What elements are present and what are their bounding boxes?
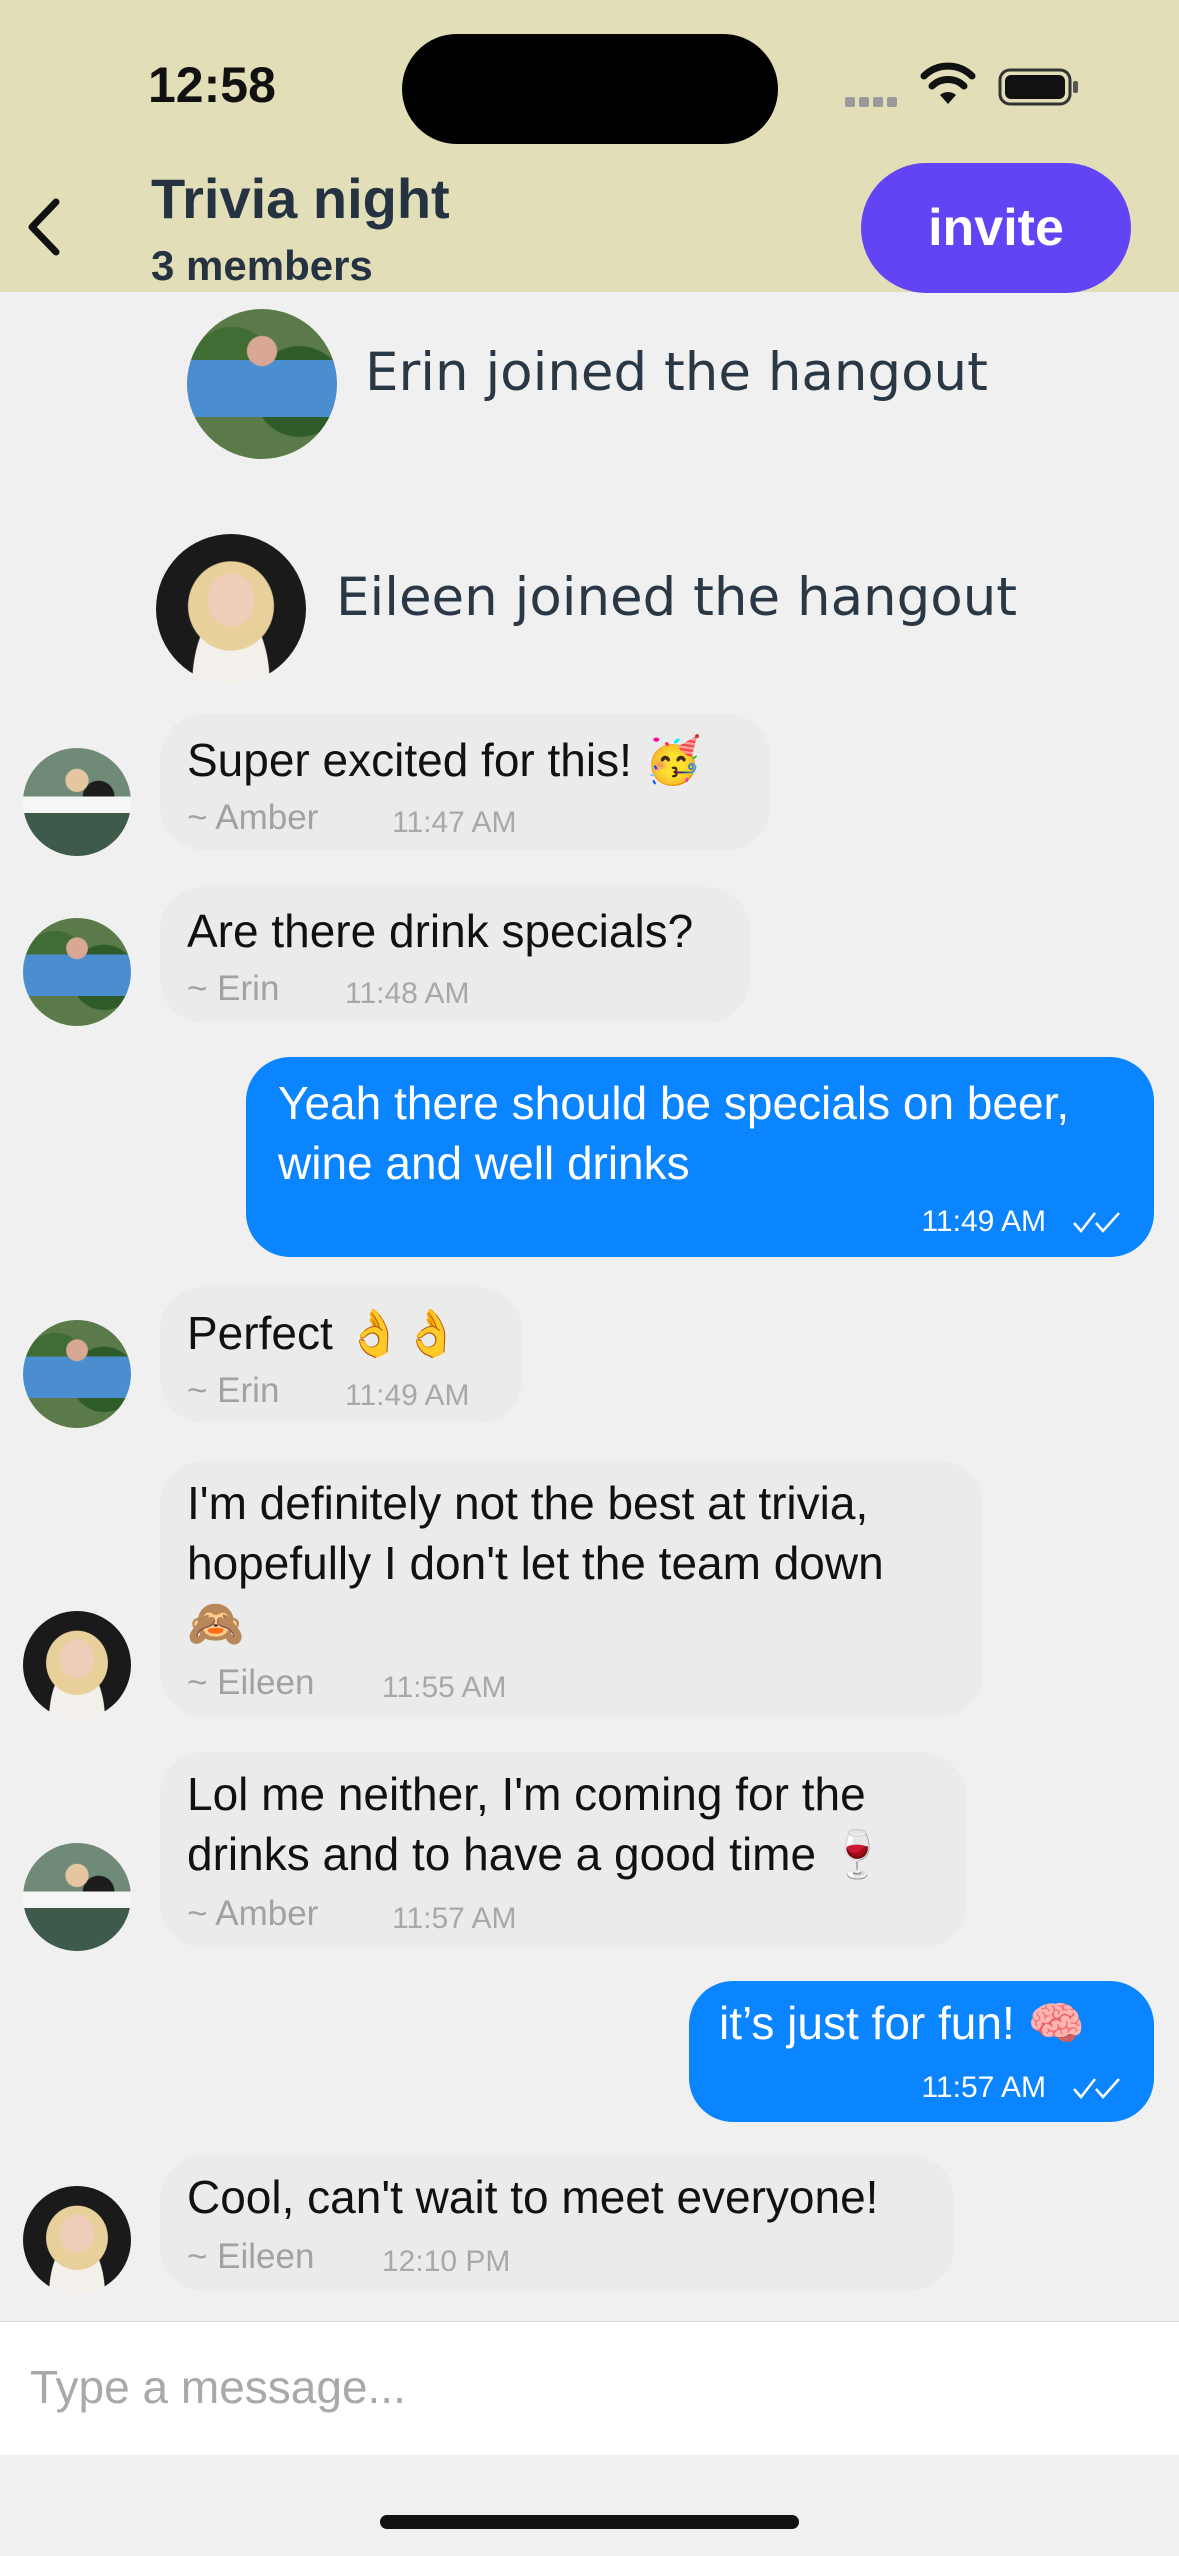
message-bubble[interactable]: I'm definitely not the best at trivia, h…	[160, 1461, 983, 1717]
avatar[interactable]	[156, 534, 306, 684]
outgoing-message-bubble[interactable]: Yeah there should be specials on beer, w…	[246, 1057, 1154, 1257]
avatar[interactable]	[23, 918, 131, 1026]
message-time: 11:49 AM	[921, 1205, 1046, 1238]
message-sender: ~ Eileen	[187, 2237, 315, 2276]
avatar[interactable]	[23, 1320, 131, 1428]
message-sender: ~ Erin	[187, 1371, 280, 1410]
chat-title: Trivia night	[151, 167, 450, 230]
avatar[interactable]	[187, 309, 337, 459]
home-indicator[interactable]	[380, 2515, 799, 2529]
system-event: Erin joined the hangout	[365, 342, 988, 403]
message-text: drinks and to have a good time 🍷	[187, 1828, 887, 1880]
message-text: it’s just for fun! 🧠	[719, 1997, 1085, 2049]
message-bubble[interactable]: Perfect 👌👌 ~ Erin 11:49 AM	[160, 1287, 522, 1423]
message-bubble[interactable]: Are there drink specials? ~ Erin 11:48 A…	[160, 887, 750, 1023]
dynamic-island	[402, 34, 778, 144]
message-text: Perfect 👌👌	[187, 1307, 461, 1359]
message-text: Yeah there should be specials on beer,	[278, 1077, 1070, 1129]
avatar[interactable]	[23, 748, 131, 856]
message-text: wine and well drinks	[278, 1137, 690, 1189]
outgoing-message-bubble[interactable]: it’s just for fun! 🧠 11:57 AM	[689, 1981, 1154, 2122]
invite-button[interactable]: invite	[861, 163, 1131, 293]
system-event: Eileen joined the hangout	[336, 567, 1018, 628]
message-text: Lol me neither, I'm coming for the	[187, 1768, 866, 1820]
message-time: 11:55 AM	[382, 1671, 507, 1704]
message-text: I'm definitely not the best at trivia,	[187, 1477, 869, 1529]
message-time: 11:47 AM	[392, 806, 517, 839]
message-text: hopefully I don't let the team down	[187, 1537, 884, 1589]
message-bubble[interactable]: Super excited for this! 🥳 ~ Amber 11:47 …	[160, 714, 771, 850]
double-check-icon	[1073, 1212, 1120, 1233]
double-check-icon	[1073, 2078, 1120, 2099]
avatar[interactable]	[23, 1843, 131, 1951]
message-text: 🙈	[187, 1597, 245, 1649]
message-time: 11:57 AM	[921, 2071, 1046, 2104]
member-count[interactable]: 3 members	[151, 242, 373, 290]
message-sender: ~ Erin	[187, 969, 280, 1008]
chat-header: 12:58 Trivia night 3 members invite	[0, 0, 1179, 293]
cellular-signal-icon	[845, 92, 905, 107]
avatar[interactable]	[23, 1611, 131, 1719]
message-time: 12:10 PM	[382, 2245, 511, 2278]
battery-icon	[998, 68, 1078, 106]
wifi-icon	[920, 62, 976, 104]
message-text: Are there drink specials?	[187, 905, 694, 957]
message-text: Cool, can't wait to meet everyone!	[187, 2171, 879, 2223]
message-composer	[0, 2321, 1179, 2455]
message-text: Super excited for this! 🥳	[187, 734, 702, 786]
message-bubble[interactable]: Cool, can't wait to meet everyone! ~ Eil…	[160, 2155, 954, 2291]
message-sender: ~ Amber	[187, 798, 319, 837]
message-time: 11:57 AM	[392, 1902, 517, 1935]
avatar[interactable]	[23, 2186, 131, 2294]
message-bubble[interactable]: Lol me neither, I'm coming for the drink…	[160, 1752, 966, 1948]
message-input[interactable]	[30, 2352, 1130, 2422]
message-time: 11:48 AM	[345, 977, 470, 1010]
message-sender: ~ Eileen	[187, 1663, 315, 1702]
chevron-left-icon	[28, 198, 60, 256]
message-time: 11:49 AM	[345, 1379, 470, 1412]
back-button[interactable]	[14, 190, 74, 264]
message-sender: ~ Amber	[187, 1894, 319, 1933]
status-bar-time: 12:58	[148, 57, 276, 113]
